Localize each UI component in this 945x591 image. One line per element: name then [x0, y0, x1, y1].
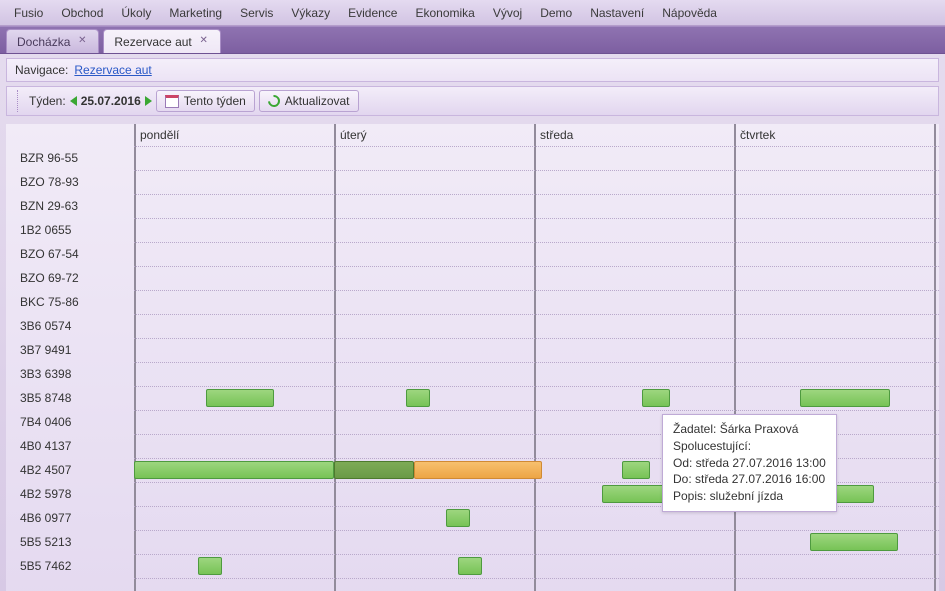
row-separator	[134, 266, 939, 267]
row-separator	[134, 146, 939, 147]
day-header: čtvrtek	[740, 124, 775, 146]
row-separator	[134, 242, 939, 243]
prev-week-icon[interactable]	[70, 96, 77, 106]
vehicle-row-label[interactable]: BZO 67-54	[6, 242, 134, 266]
menu-item-servis[interactable]: Servis	[232, 4, 281, 22]
vehicle-row-label[interactable]: 4B2 5978	[6, 482, 134, 506]
menu-item-úkoly[interactable]: Úkoly	[113, 4, 159, 22]
tab-label: Docházka	[17, 35, 70, 49]
vehicle-row-label[interactable]: 3B5 8748	[6, 386, 134, 410]
reservation-bar[interactable]	[458, 557, 482, 575]
reservation-bar[interactable]	[622, 461, 650, 479]
week-label: Týden:	[29, 94, 66, 108]
calendar-icon	[165, 95, 179, 108]
vehicle-row-label[interactable]: 5B5 7462	[6, 554, 134, 578]
tooltip-line: Žadatel: Šárka Praxová	[673, 421, 826, 438]
row-separator	[134, 362, 939, 363]
tooltip-line: Od: středa 27.07.2016 13:00	[673, 455, 826, 472]
this-week-label: Tento týden	[184, 94, 246, 108]
reservation-bar[interactable]	[406, 389, 430, 407]
reservation-bar[interactable]	[334, 461, 414, 479]
vehicle-row-label[interactable]: 4B0 4137	[6, 434, 134, 458]
row-separator	[134, 554, 939, 555]
menu-item-marketing[interactable]: Marketing	[161, 4, 230, 22]
row-separator	[134, 218, 939, 219]
reservation-bar[interactable]	[800, 389, 890, 407]
reservation-bar[interactable]	[134, 461, 334, 479]
row-separator	[134, 386, 939, 387]
next-week-icon[interactable]	[145, 96, 152, 106]
vehicle-row-label[interactable]: 3B3 6398	[6, 362, 134, 386]
menu-item-evidence[interactable]: Evidence	[340, 4, 405, 22]
day-header: úterý	[340, 124, 367, 146]
menu-item-nápověda[interactable]: Nápověda	[654, 4, 725, 22]
grid-body[interactable]: pondělí úterý středa čtvrtek Žadatel: Šárka …	[134, 124, 939, 591]
vehicle-row-label[interactable]: BZN 29-63	[6, 194, 134, 218]
row-separator	[134, 338, 939, 339]
tab-row: Docházka ✕ Rezervace aut ✕	[0, 26, 945, 54]
menu-item-obchod[interactable]: Obchod	[53, 4, 111, 22]
toolbar: Týden: 25.07.2016 Tento týden Aktualizov…	[6, 86, 939, 116]
vehicle-row-label[interactable]: 3B6 0574	[6, 314, 134, 338]
row-separator	[134, 530, 939, 531]
reservation-bar[interactable]	[446, 509, 470, 527]
tooltip-line: Do: středa 27.07.2016 16:00	[673, 471, 826, 488]
row-separator	[134, 170, 939, 171]
vehicle-row-label[interactable]: 3B7 9491	[6, 338, 134, 362]
vehicle-row-label[interactable]: 1B2 0655	[6, 218, 134, 242]
reservation-tooltip: Žadatel: Šárka PraxováSpolucestující:Od:…	[662, 414, 837, 512]
day-header: středa	[540, 124, 573, 146]
reservation-bar[interactable]	[414, 461, 542, 479]
tooltip-line: Spolucestující:	[673, 438, 826, 455]
refresh-icon	[265, 93, 282, 110]
menu-item-nastavení[interactable]: Nastavení	[582, 4, 652, 22]
breadcrumb-label: Navigace:	[15, 63, 68, 77]
refresh-label: Aktualizovat	[285, 94, 350, 108]
row-separator	[134, 194, 939, 195]
row-separator	[134, 578, 939, 579]
vehicle-row-label[interactable]: 4B6 0977	[6, 506, 134, 530]
this-week-button[interactable]: Tento týden	[156, 90, 255, 112]
close-icon[interactable]: ✕	[76, 36, 88, 48]
tab-rezervace-aut[interactable]: Rezervace aut ✕	[103, 29, 220, 53]
close-icon[interactable]: ✕	[198, 36, 210, 48]
tab-docházka[interactable]: Docházka ✕	[6, 29, 99, 53]
refresh-button[interactable]: Aktualizovat	[259, 90, 359, 112]
tooltip-line: Popis: služební jízda	[673, 488, 826, 505]
vehicle-row-label[interactable]: 5B5 5213	[6, 530, 134, 554]
vehicle-row-label[interactable]: BKC 75-86	[6, 290, 134, 314]
reservation-grid: BZR 96-55BZO 78-93BZN 29-631B2 0655BZO 6…	[6, 124, 939, 591]
reservation-bar[interactable]	[810, 533, 898, 551]
menu-item-vývoj[interactable]: Vývoj	[485, 4, 530, 22]
row-separator	[134, 410, 939, 411]
vehicle-row-label[interactable]: 7B4 0406	[6, 410, 134, 434]
vehicle-row-label[interactable]: 4B2 4507	[6, 458, 134, 482]
reservation-bar[interactable]	[198, 557, 222, 575]
breadcrumb-link[interactable]: Rezervace aut	[74, 63, 151, 77]
row-separator	[134, 314, 939, 315]
menu-item-výkazy[interactable]: Výkazy	[283, 4, 338, 22]
reservation-bar[interactable]	[206, 389, 274, 407]
vehicle-row-label[interactable]: BZR 96-55	[6, 146, 134, 170]
menubar: FusioObchodÚkolyMarketingServisVýkazyEvi…	[0, 0, 945, 26]
week-date[interactable]: 25.07.2016	[81, 94, 141, 108]
toolbar-grip	[17, 90, 23, 112]
vehicle-row-label[interactable]: BZO 78-93	[6, 170, 134, 194]
tab-label: Rezervace aut	[114, 35, 191, 49]
menu-item-ekonomika[interactable]: Ekonomika	[407, 4, 482, 22]
breadcrumb: Navigace: Rezervace aut	[6, 58, 939, 82]
row-labels: BZR 96-55BZO 78-93BZN 29-631B2 0655BZO 6…	[6, 146, 134, 578]
day-header: pondělí	[140, 124, 179, 146]
menu-item-fusio[interactable]: Fusio	[6, 4, 51, 22]
reservation-bar[interactable]	[642, 389, 670, 407]
menu-item-demo[interactable]: Demo	[532, 4, 580, 22]
vehicle-row-label[interactable]: BZO 69-72	[6, 266, 134, 290]
row-separator	[134, 290, 939, 291]
